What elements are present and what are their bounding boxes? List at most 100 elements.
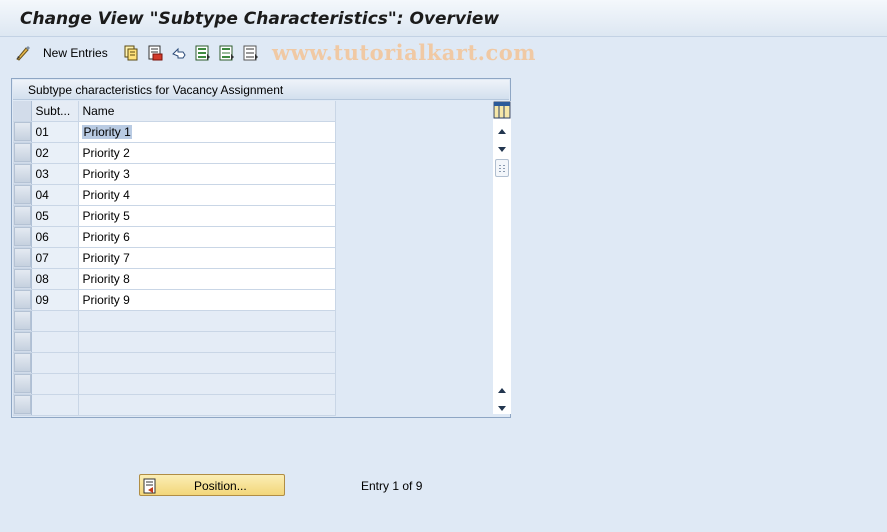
row-selector-box[interactable] — [13, 353, 31, 372]
name-value[interactable]: Priority 8 — [82, 272, 129, 286]
subtype-table: Subt... Name 01 Priority 1 02 Priority 2 03 P… — [13, 101, 336, 416]
row-selector[interactable] — [13, 226, 33, 248]
row-selector-box[interactable] — [13, 311, 31, 330]
subtype-code-cell: 05 — [31, 205, 80, 227]
name-value[interactable]: Priority 9 — [82, 293, 129, 307]
row-selector[interactable] — [13, 247, 33, 269]
change-display-icon[interactable] — [15, 45, 31, 61]
row-selector[interactable] — [13, 163, 33, 185]
empty-code-cell — [31, 310, 80, 332]
name-value[interactable]: Priority 1 — [82, 124, 132, 139]
title-bar: Change View "Subtype Characteristics": O… — [0, 0, 887, 37]
subtype-code-cell: 02 — [31, 142, 80, 164]
subtype-code-cell: 03 — [31, 163, 80, 185]
empty-name-cell — [78, 394, 336, 416]
vertical-scrollbar[interactable] — [493, 101, 511, 414]
page-title: Change View "Subtype Characteristics": O… — [20, 9, 500, 29]
table-row[interactable]: 07 Priority 7 — [13, 247, 336, 269]
empty-code-cell — [31, 352, 80, 374]
table-row[interactable]: 06 Priority 6 — [13, 226, 336, 248]
empty-table-row — [13, 310, 336, 332]
empty-table-row — [13, 394, 336, 416]
name-cell[interactable]: Priority 7 — [78, 247, 336, 269]
page-up-icon[interactable] — [497, 385, 507, 395]
name-cell[interactable]: Priority 1 — [78, 121, 336, 143]
row-selector[interactable] — [13, 352, 33, 374]
row-selector-box[interactable] — [13, 248, 31, 267]
subtype-code-cell: 07 — [31, 247, 80, 269]
row-selector-box[interactable] — [13, 332, 31, 351]
position-button[interactable]: Position... — [139, 474, 285, 496]
row-selector[interactable] — [13, 289, 33, 311]
column-header-subtype[interactable]: Subt... — [31, 101, 80, 122]
deselect-all-icon[interactable] — [243, 45, 259, 61]
row-selector[interactable] — [13, 394, 33, 416]
empty-table-row — [13, 352, 336, 374]
empty-table-row — [13, 373, 336, 395]
table-row[interactable]: 02 Priority 2 — [13, 142, 336, 164]
name-value[interactable]: Priority 4 — [82, 188, 129, 202]
delete-icon[interactable] — [147, 45, 163, 61]
table-row[interactable]: 09 Priority 9 — [13, 289, 336, 311]
empty-name-cell — [78, 310, 336, 332]
row-selector[interactable] — [13, 268, 33, 290]
table-control-panel: Subtype characteristics for Vacancy Assi… — [11, 78, 511, 418]
name-cell[interactable]: Priority 8 — [78, 268, 336, 290]
table-row[interactable]: 04 Priority 4 — [13, 184, 336, 206]
table-row[interactable]: 08 Priority 8 — [13, 268, 336, 290]
name-cell[interactable]: Priority 2 — [78, 142, 336, 164]
empty-name-cell — [78, 331, 336, 353]
row-selector[interactable] — [13, 121, 33, 143]
row-selector-box[interactable] — [13, 269, 31, 288]
empty-name-cell — [78, 352, 336, 374]
select-all-icon[interactable] — [195, 45, 211, 61]
row-selector-box[interactable] — [13, 122, 31, 141]
new-entries-button[interactable]: New Entries — [43, 46, 108, 60]
row-selector[interactable] — [13, 184, 33, 206]
undo-icon[interactable] — [171, 45, 187, 61]
name-value[interactable]: Priority 7 — [82, 251, 129, 265]
row-selector-box[interactable] — [13, 206, 31, 225]
name-cell[interactable]: Priority 3 — [78, 163, 336, 185]
empty-code-cell — [31, 394, 80, 416]
position-icon — [143, 478, 159, 497]
name-cell[interactable]: Priority 4 — [78, 184, 336, 206]
copy-icon[interactable] — [123, 45, 139, 61]
name-value[interactable]: Priority 2 — [82, 146, 129, 160]
row-selector-box[interactable] — [13, 185, 31, 204]
row-selector[interactable] — [13, 205, 33, 227]
scrollbar-thumb[interactable] — [495, 159, 509, 177]
table-row[interactable]: 03 Priority 3 — [13, 163, 336, 185]
row-selector[interactable] — [13, 310, 33, 332]
panel-title: Subtype characteristics for Vacancy Assi… — [28, 83, 284, 97]
name-value[interactable]: Priority 6 — [82, 230, 129, 244]
name-value[interactable]: Priority 5 — [82, 209, 129, 223]
table-row[interactable]: 01 Priority 1 — [13, 121, 336, 143]
panel-header: Subtype characteristics for Vacancy Assi… — [13, 80, 509, 100]
scroll-up-icon[interactable] — [497, 126, 507, 136]
subtype-code-cell: 04 — [31, 184, 80, 206]
row-selector-box[interactable] — [13, 374, 31, 393]
name-cell[interactable]: Priority 5 — [78, 205, 336, 227]
row-selector-box[interactable] — [13, 290, 31, 309]
name-cell[interactable]: Priority 9 — [78, 289, 336, 311]
row-selector-box[interactable] — [13, 164, 31, 183]
row-selector-box[interactable] — [13, 143, 31, 162]
row-selector[interactable] — [13, 331, 33, 353]
select-all-rows-button[interactable] — [13, 101, 33, 122]
position-button-label: Position... — [194, 479, 247, 493]
table-settings-icon[interactable] — [493, 101, 511, 122]
page-down-icon[interactable] — [497, 402, 507, 412]
subtype-code-cell: 06 — [31, 226, 80, 248]
row-selector[interactable] — [13, 373, 33, 395]
row-selector-box[interactable] — [13, 395, 31, 414]
scroll-down-icon[interactable] — [497, 143, 507, 153]
name-value[interactable]: Priority 3 — [82, 167, 129, 181]
row-selector[interactable] — [13, 142, 33, 164]
table-row[interactable]: 05 Priority 5 — [13, 205, 336, 227]
row-selector-box[interactable] — [13, 227, 31, 246]
name-cell[interactable]: Priority 6 — [78, 226, 336, 248]
select-block-icon[interactable] — [219, 45, 235, 61]
column-header-name[interactable]: Name — [78, 101, 336, 122]
application-toolbar: New Entries www.tutorialkart.com — [0, 38, 887, 70]
